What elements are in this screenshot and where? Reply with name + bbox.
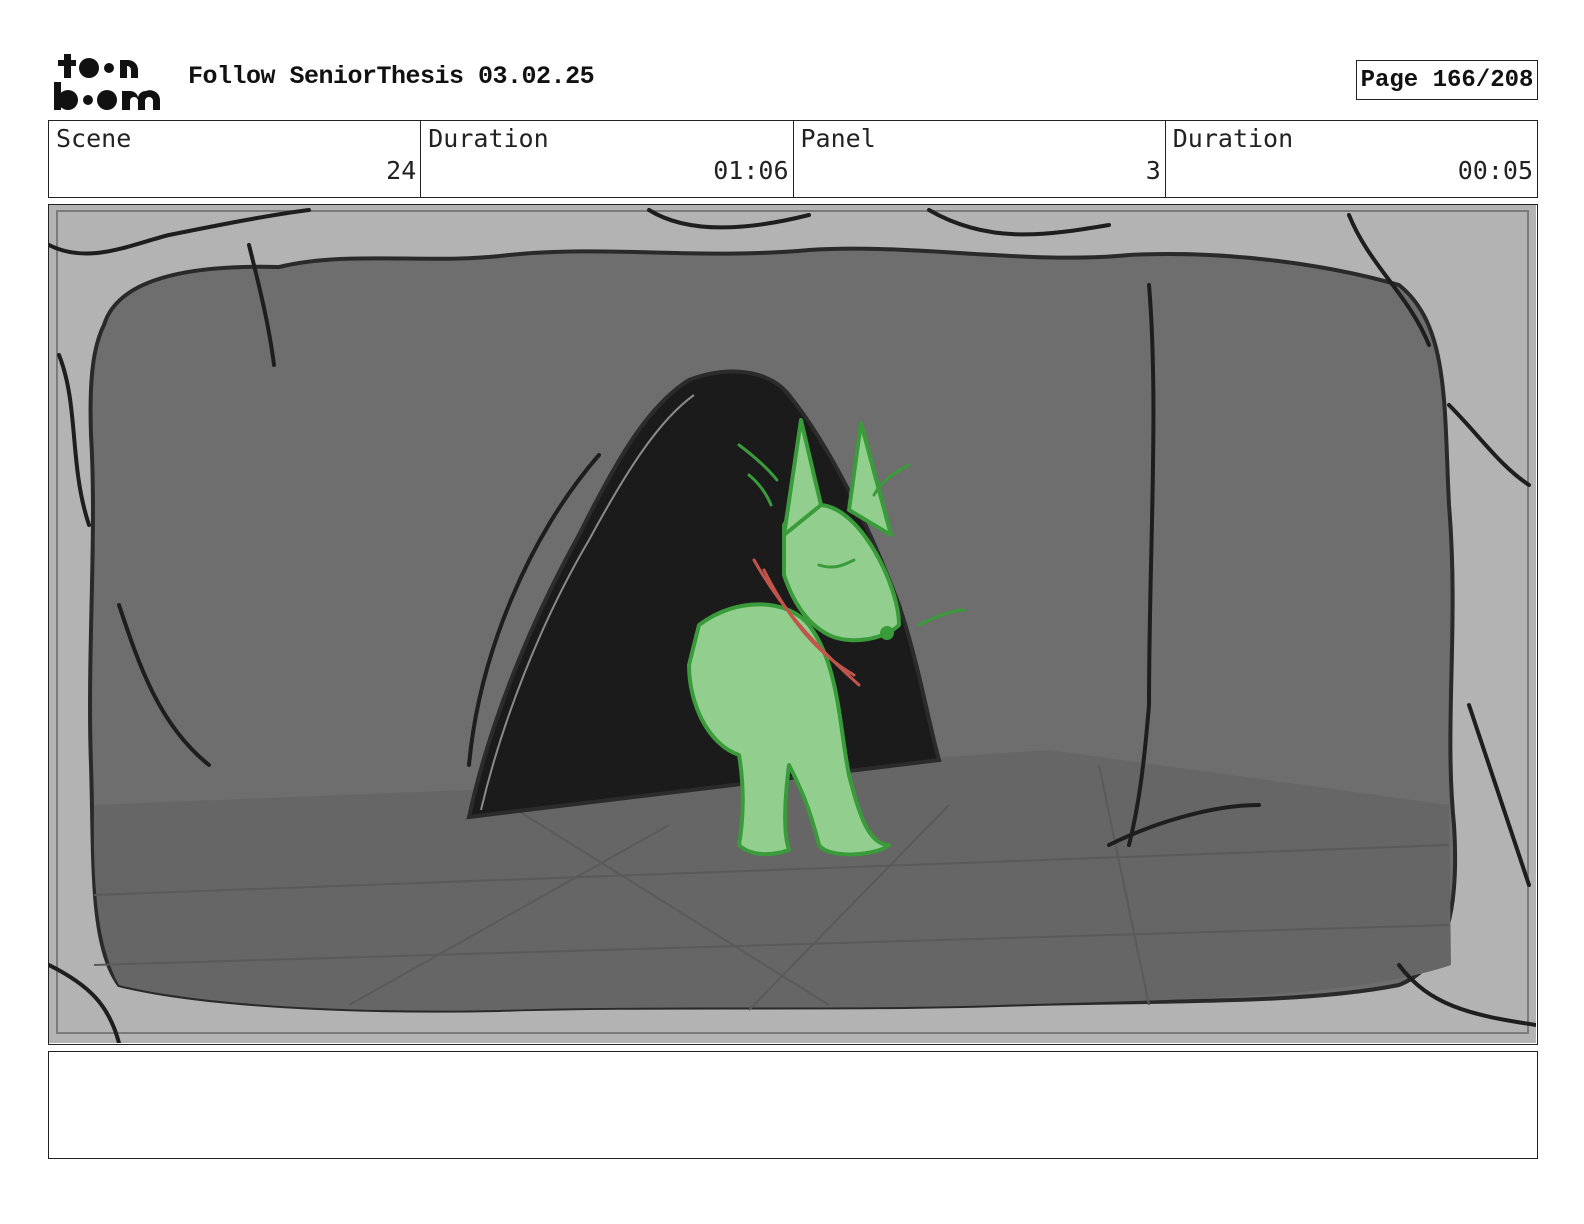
scene-value: 24	[386, 156, 417, 185]
document-title: Follow SeniorThesis 03.02.25	[188, 62, 595, 91]
panel-duration-label: Duration	[1172, 124, 1294, 153]
panel-label: Panel	[800, 124, 876, 153]
panel-cell: Panel 3	[794, 121, 1166, 197]
panel-duration-value: 00:05	[1457, 156, 1533, 185]
scene-label: Scene	[56, 124, 132, 153]
scene-cell: Scene 24	[49, 121, 422, 197]
toon-boom-logo	[54, 54, 160, 110]
scene-duration-cell: Duration 01:06	[421, 121, 794, 197]
storyboard-panel-frame	[48, 204, 1538, 1045]
panel-notes-box	[48, 1051, 1538, 1159]
panel-drawing	[49, 205, 1536, 1043]
scene-duration-label: Duration	[428, 124, 549, 153]
panel-duration-cell: Duration 00:05	[1166, 121, 1537, 197]
page-number: Page 166/208	[1356, 60, 1538, 100]
panel-value: 3	[1145, 156, 1161, 185]
scene-duration-value: 01:06	[713, 156, 789, 185]
storyboard-info-row: Scene 24 Duration 01:06 Panel 3 Duration…	[48, 120, 1538, 198]
